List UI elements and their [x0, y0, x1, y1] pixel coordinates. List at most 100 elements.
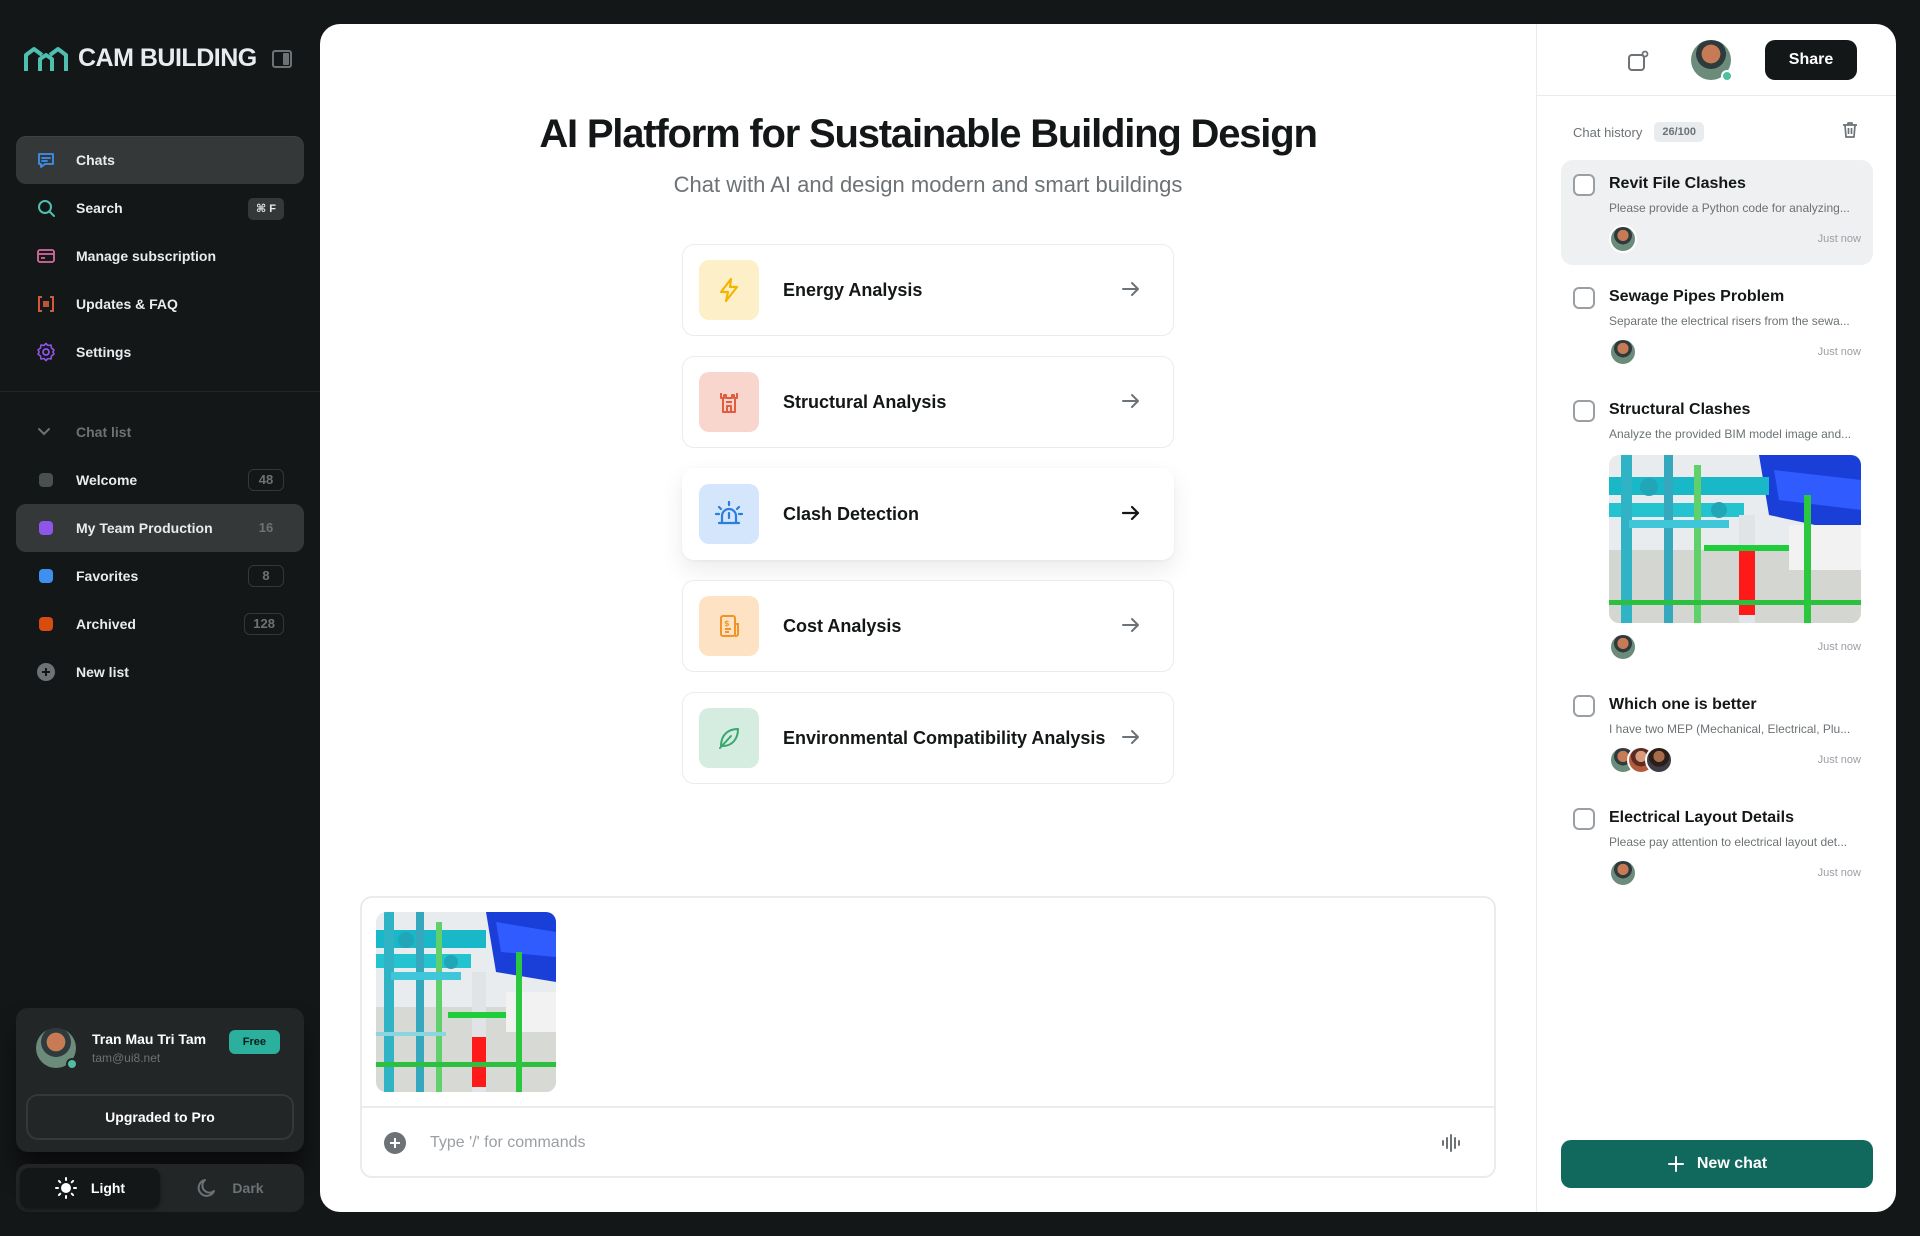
card-energy-analysis[interactable]: Energy Analysis	[682, 244, 1174, 336]
history-item-footer: Just now	[1609, 859, 1861, 887]
nav-item-settings[interactable]: Settings	[16, 328, 304, 376]
nav-item-updates-faq[interactable]: Updates & FAQ	[16, 280, 304, 328]
history-item-image[interactable]	[1609, 455, 1861, 623]
history-item[interactable]: Electrical Layout Details Please pay att…	[1561, 794, 1873, 899]
card-structural-analysis[interactable]: Structural Analysis	[682, 356, 1174, 448]
history-item-title: Which one is better	[1609, 696, 1757, 713]
brand-name: CAM BUILDING	[78, 44, 257, 72]
history-item-time: Just now	[1817, 233, 1861, 245]
arrow-right-icon	[1122, 394, 1139, 408]
feature-cards: Energy Analysis Structural Analysis Clas…	[682, 244, 1174, 804]
history-item[interactable]: Sewage Pipes Problem Separate the electr…	[1561, 273, 1873, 378]
upgrade-to-pro-button[interactable]: Upgraded to Pro	[26, 1094, 294, 1140]
chat-list-favorites[interactable]: Favorites 8	[16, 552, 304, 600]
sun-icon	[54, 1177, 77, 1199]
chat-content: AI Platform for Sustainable Building Des…	[320, 24, 1536, 1212]
card-icon	[36, 246, 56, 266]
avatar	[1645, 746, 1673, 774]
chat-history-panel: Share Chat history 26/100 Revit File Cla…	[1536, 24, 1896, 1212]
sidebar-toggle-icon[interactable]	[272, 50, 292, 68]
history-item-checkbox[interactable]	[1573, 808, 1595, 830]
chat-history-count: 26/100	[1654, 122, 1705, 142]
chat-list-welcome[interactable]: Welcome 48	[16, 456, 304, 504]
chat-list-header[interactable]: Chat list	[16, 408, 304, 456]
main-panel: AI Platform for Sustainable Building Des…	[320, 24, 1896, 1212]
list-label: My Team Production	[76, 520, 213, 536]
search-shortcut-badge: ⌘ F	[248, 198, 284, 220]
chat-history-header: Chat history 26/100	[1573, 122, 1705, 142]
composer-bar	[362, 1106, 1494, 1176]
card-label: Environmental Compatibility Analysis	[783, 727, 1106, 748]
history-item-time: Just now	[1817, 346, 1861, 358]
list-color-dot	[39, 473, 53, 487]
card-label: Energy Analysis	[783, 279, 923, 300]
leaf-icon	[699, 708, 759, 768]
add-attachment-icon[interactable]	[384, 1132, 406, 1154]
list-color-dot	[39, 521, 53, 535]
nav-label: Settings	[76, 344, 132, 360]
new-window-icon[interactable]	[1627, 50, 1649, 72]
history-item-time: Just now	[1817, 867, 1861, 879]
history-item[interactable]: Revit File Clashes Please provide a Pyth…	[1561, 160, 1873, 265]
sidebar-nav: Chats Search ⌘ F Manage subscription Upd…	[16, 136, 304, 376]
history-item-checkbox[interactable]	[1573, 174, 1595, 196]
user-card: Tran Mau Tri Tam tam@ui8.net Free Upgrad…	[16, 1008, 304, 1152]
chat-history-list: Revit File Clashes Please provide a Pyth…	[1561, 160, 1873, 907]
card-cost-analysis[interactable]: $ Cost Analysis	[682, 580, 1174, 672]
history-item-footer: Just now	[1609, 746, 1861, 774]
plus-circle-icon	[37, 663, 55, 681]
history-item-title: Sewage Pipes Problem	[1609, 288, 1785, 305]
nav-item-search[interactable]: Search ⌘ F	[16, 184, 304, 232]
history-item-desc: Analyze the provided BIM model image and…	[1609, 427, 1852, 441]
chat-lists: Chat list Welcome 48 My Team Production …	[16, 408, 304, 696]
theme-light-label: Light	[90, 1180, 126, 1196]
list-label: Archived	[76, 616, 136, 632]
chat-list-archived[interactable]: Archived 128	[16, 600, 304, 648]
attached-image-thumbnail[interactable]	[376, 912, 556, 1092]
history-item[interactable]: Structural Clashes Analyze the provided …	[1561, 386, 1873, 673]
history-item[interactable]: Which one is better I have two MEP (Mech…	[1561, 681, 1873, 786]
theme-light-button[interactable]: Light	[20, 1168, 160, 1208]
new-list-button[interactable]: New list	[16, 648, 304, 696]
svg-text:$: $	[724, 619, 730, 628]
nav-item-manage-subscription[interactable]: Manage subscription	[16, 232, 304, 280]
list-label: Welcome	[76, 472, 138, 488]
theme-dark-button[interactable]: Dark	[160, 1168, 300, 1208]
share-button[interactable]: Share	[1765, 40, 1857, 80]
sidebar-divider	[0, 391, 320, 392]
list-count: 16	[248, 517, 284, 539]
nav-item-chats[interactable]: Chats	[16, 136, 304, 184]
list-color-dot	[39, 617, 53, 631]
list-label: Favorites	[76, 568, 139, 584]
cam-logo-icon	[24, 46, 68, 71]
alarm-icon	[699, 484, 759, 544]
online-status-dot	[66, 1058, 78, 1070]
arrow-right-icon	[1122, 282, 1139, 296]
avatar	[1609, 633, 1637, 661]
history-item-checkbox[interactable]	[1573, 400, 1595, 422]
card-environmental-compatibility-analysis[interactable]: Environmental Compatibility Analysis	[682, 692, 1174, 784]
history-item-title: Electrical Layout Details	[1609, 809, 1794, 826]
online-status-dot	[1721, 70, 1733, 82]
history-item-desc: Separate the electrical risers from the …	[1609, 314, 1850, 328]
avatar[interactable]	[1691, 40, 1733, 82]
list-count: 48	[248, 469, 284, 491]
history-item-checkbox[interactable]	[1573, 695, 1595, 717]
nav-label: Updates & FAQ	[76, 296, 178, 312]
new-chat-button[interactable]: New chat	[1561, 1140, 1873, 1188]
trash-icon[interactable]	[1840, 120, 1860, 140]
card-clash-detection[interactable]: Clash Detection	[682, 468, 1174, 560]
avatar[interactable]	[36, 1028, 78, 1070]
chat-list-my-team-production[interactable]: My Team Production 16	[16, 504, 304, 552]
user-name: Tran Mau Tri Tam	[92, 1031, 207, 1047]
voice-waveform-icon[interactable]	[1440, 1132, 1462, 1154]
history-item-footer: Just now	[1609, 338, 1861, 366]
chat-list-title: Chat list	[76, 424, 132, 440]
message-input[interactable]	[430, 1126, 1390, 1160]
list-count: 128	[244, 613, 284, 635]
card-label: Cost Analysis	[783, 615, 902, 636]
arrow-right-icon	[1122, 730, 1139, 744]
list-color-dot	[39, 569, 53, 583]
brand[interactable]: CAM BUILDING	[24, 44, 257, 73]
history-item-checkbox[interactable]	[1573, 287, 1595, 309]
